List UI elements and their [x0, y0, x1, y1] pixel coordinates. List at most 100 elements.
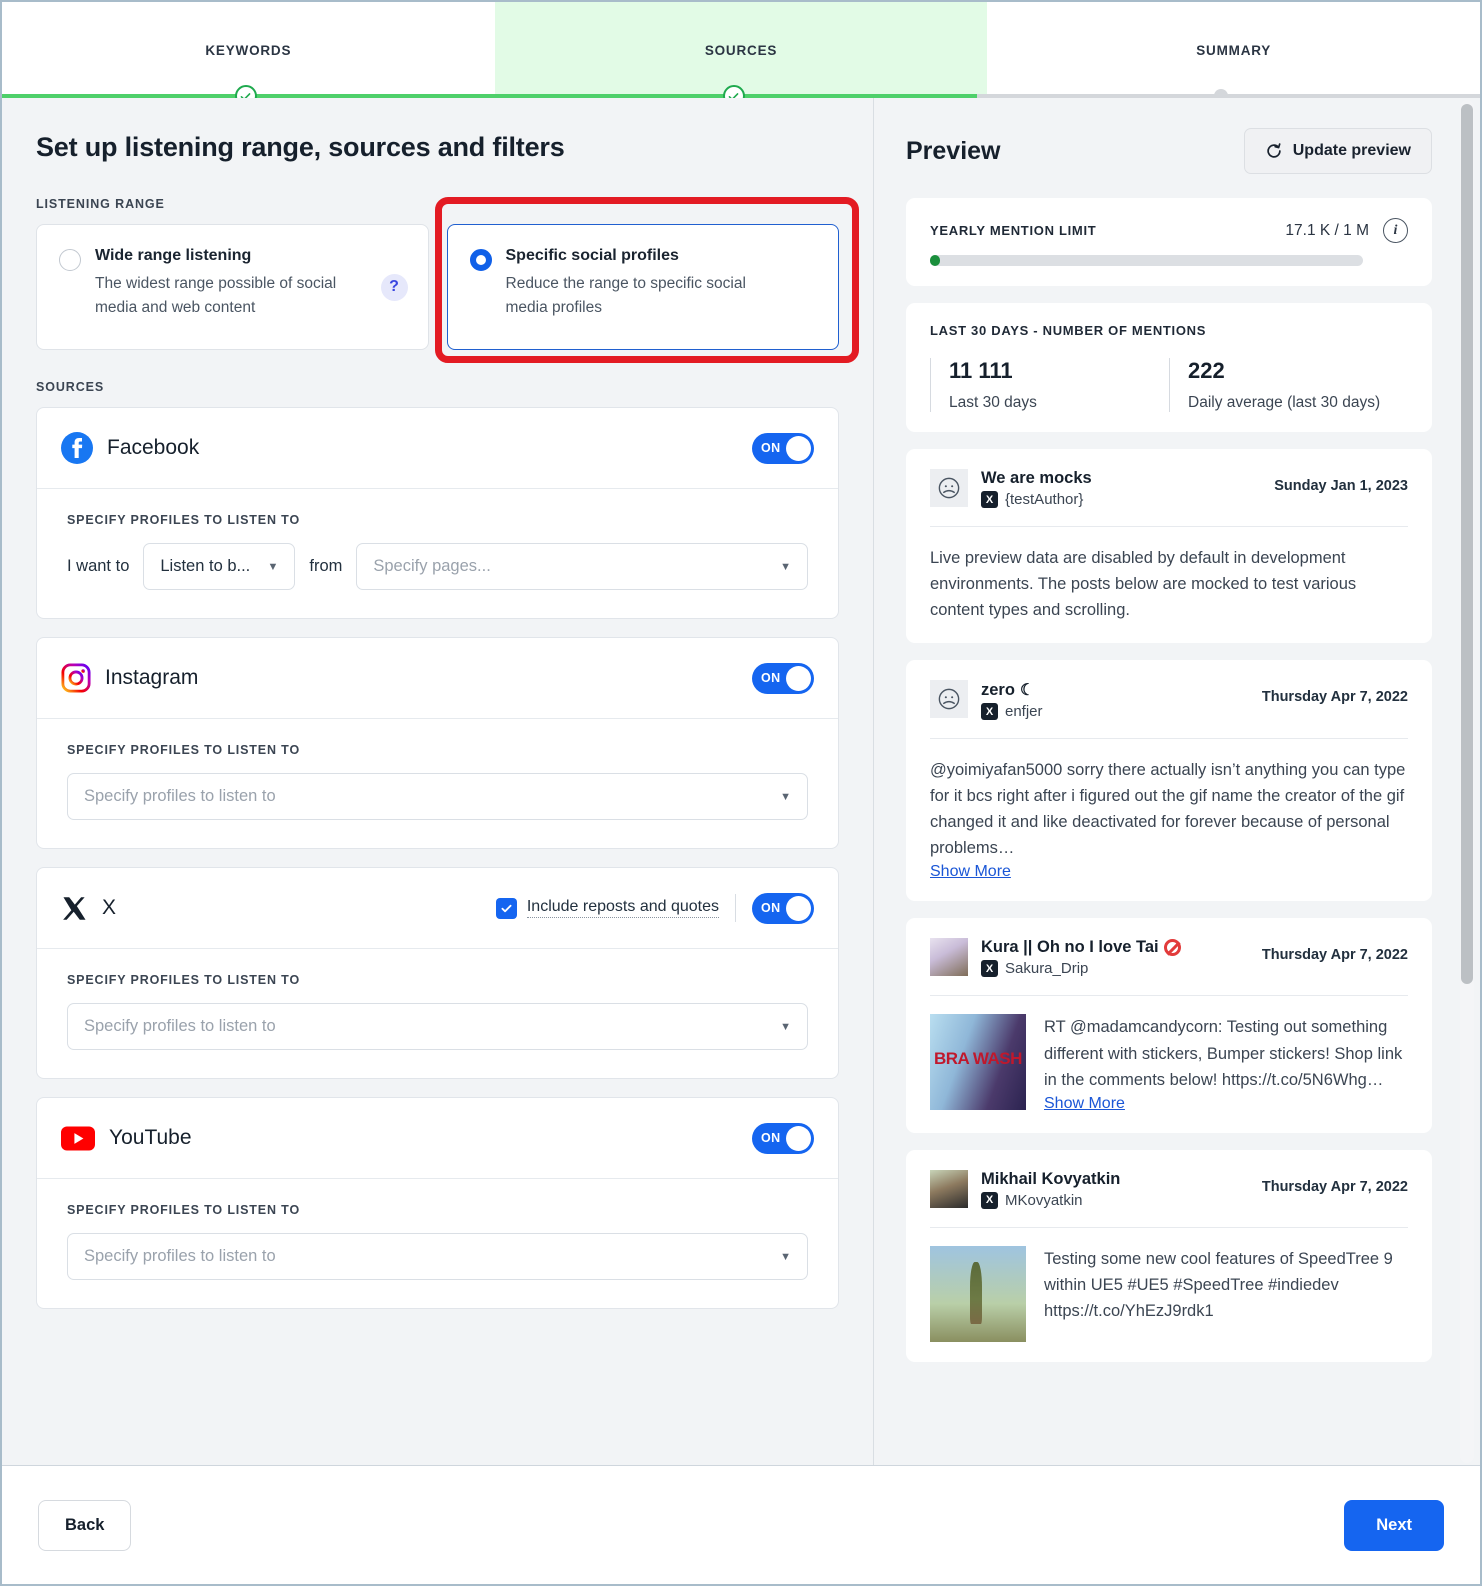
checkbox-include-reposts[interactable]: Include reposts and quotes	[496, 898, 719, 919]
mentions-stats-row: 11 111 Last 30 days 222 Daily average (l…	[930, 358, 1408, 412]
post-identity: Kura || Oh no I love Tai X Sakura_Drip	[981, 938, 1249, 977]
youtube-icon	[61, 1126, 95, 1151]
mentions-stats-card: LAST 30 DAYS - NUMBER OF MENTIONS 11 111…	[906, 303, 1432, 432]
wizard-step-header: KEYWORDS SOURCES SUMMARY	[2, 2, 1480, 98]
post-date: Thursday Apr 7, 2022	[1262, 680, 1408, 705]
chevron-down-icon: ▼	[780, 791, 791, 803]
toggle-x-knob	[786, 896, 811, 921]
facebook-pages-placeholder: Specify pages...	[373, 557, 490, 576]
post-media-thumbnail[interactable]: BRA WASH	[930, 1014, 1026, 1110]
toggle-x[interactable]: ON	[752, 893, 814, 924]
x-network-icon: X	[981, 491, 998, 508]
stat-daily-average-value: 222	[1188, 358, 1408, 384]
source-header-x: X Include reposts and quotes	[37, 868, 838, 948]
post-identity: zero ☾ X enfjer	[981, 680, 1249, 720]
listening-range-section-label: LISTENING RANGE	[36, 197, 839, 211]
range-option-wide-title: Wide range listening	[95, 247, 367, 265]
youtube-profiles-select[interactable]: Specify profiles to listen to ▼	[67, 1233, 808, 1280]
toggle-instagram[interactable]: ON	[752, 663, 814, 694]
update-preview-button[interactable]: Update preview	[1244, 128, 1432, 174]
show-more-link[interactable]: Show More	[930, 863, 1011, 881]
post-text-block: RT @madamcandycorn: Testing out somethin…	[1044, 1014, 1408, 1112]
source-body-youtube: SPECIFY PROFILES TO LISTEN TO Specify pr…	[37, 1178, 838, 1308]
facebook-mode-value: Listen to b...	[160, 557, 250, 576]
preview-post: Mikhail Kovyatkin X MKovyatkin Thursday …	[906, 1150, 1432, 1362]
wizard-step-summary[interactable]: SUMMARY	[987, 2, 1480, 98]
range-option-wide[interactable]: Wide range listening The widest range po…	[36, 224, 429, 350]
toggle-instagram-label: ON	[761, 671, 781, 685]
toggle-youtube[interactable]: ON	[752, 1123, 814, 1154]
source-body-facebook: SPECIFY PROFILES TO LISTEN TO I want to …	[37, 488, 838, 618]
source-header-youtube: YouTube ON	[37, 1098, 838, 1178]
x-network-icon: X	[981, 703, 998, 720]
youtube-profiles-placeholder: Specify profiles to listen to	[84, 1247, 276, 1266]
stat-last-30-days: 11 111 Last 30 days	[930, 358, 1169, 412]
toggle-youtube-knob	[786, 1126, 811, 1151]
preview-scrollbar-thumb[interactable]	[1461, 104, 1473, 984]
facebook-pages-select[interactable]: Specify pages... ▼	[356, 543, 808, 590]
wizard-step-sources[interactable]: SOURCES	[495, 2, 988, 98]
post-text: RT @madamcandycorn: Testing out somethin…	[1044, 1014, 1408, 1092]
mention-limit-header: YEARLY MENTION LIMIT 17.1 K / 1 M i	[930, 218, 1408, 243]
radio-wide-range[interactable]	[59, 249, 81, 271]
stat-last-30-days-value: 11 111	[949, 358, 1169, 384]
radio-specific-profiles[interactable]	[470, 249, 492, 271]
post-media-thumbnail[interactable]	[930, 1246, 1026, 1342]
post-handle-text: {testAuthor}	[1005, 491, 1083, 508]
help-icon[interactable]: ?	[381, 274, 408, 301]
range-option-specific[interactable]: Specific social profiles Reduce the rang…	[447, 224, 840, 350]
stat-daily-average-caption: Daily average (last 30 days)	[1188, 394, 1408, 412]
post-handle: X enfjer	[981, 703, 1249, 720]
wizard-step-keywords[interactable]: KEYWORDS	[2, 2, 495, 98]
facebook-icon	[61, 432, 93, 464]
range-option-wide-description: The widest range possible of social medi…	[95, 272, 365, 320]
preview-scrollbar-track[interactable]	[1460, 100, 1474, 1463]
post-content: Testing some new cool features of SpeedT…	[930, 1246, 1408, 1342]
x-profiles-select[interactable]: Specify profiles to listen to ▼	[67, 1003, 808, 1050]
x-icon	[61, 895, 88, 922]
check-icon	[500, 902, 513, 915]
facebook-mode-select[interactable]: Listen to b... ▼	[143, 543, 295, 590]
next-button[interactable]: Next	[1344, 1500, 1444, 1551]
preview-scroll-area[interactable]: YEARLY MENTION LIMIT 17.1 K / 1 M i LAST…	[906, 198, 1432, 1465]
post-text: @yoimiyafan5000 sorry there actually isn…	[930, 757, 1408, 861]
chevron-down-icon: ▼	[780, 561, 791, 573]
back-button[interactable]: Back	[38, 1500, 131, 1551]
post-text-block: Testing some new cool features of SpeedT…	[1044, 1246, 1408, 1324]
wizard-step-keywords-label: KEYWORDS	[205, 43, 291, 58]
post-handle: X Sakura_Drip	[981, 960, 1249, 977]
post-date: Thursday Apr 7, 2022	[1262, 938, 1408, 963]
x-network-icon: X	[981, 960, 998, 977]
post-date: Sunday Jan 1, 2023	[1274, 469, 1408, 494]
instagram-profiles-select[interactable]: Specify profiles to listen to ▼	[67, 773, 808, 820]
range-option-wide-texts: Wide range listening The widest range po…	[95, 247, 367, 320]
preview-pane: Preview Update preview YEARLY MENTION LI…	[874, 98, 1480, 1465]
post-header: Kura || Oh no I love Tai X Sakura_Drip T…	[930, 938, 1408, 996]
avatar	[930, 469, 968, 507]
toggle-facebook[interactable]: ON	[752, 433, 814, 464]
source-name-facebook: Facebook	[107, 436, 199, 460]
range-option-specific-description: Reduce the range to specific social medi…	[506, 272, 776, 320]
post-handle-text: Sakura_Drip	[1005, 960, 1088, 977]
post-handle-text: MKovyatkin	[1005, 1192, 1083, 1209]
range-option-specific-title: Specific social profiles	[506, 247, 819, 265]
field-label-youtube: SPECIFY PROFILES TO LISTEN TO	[67, 1203, 808, 1217]
placeholder-avatar-icon	[935, 685, 963, 713]
stat-daily-average: 222 Daily average (last 30 days)	[1169, 358, 1408, 412]
post-identity: We are mocks X {testAuthor}	[981, 469, 1261, 508]
wizard-step-summary-label: SUMMARY	[1196, 43, 1271, 58]
page-title: Set up listening range, sources and filt…	[36, 98, 839, 163]
post-header: Mikhail Kovyatkin X MKovyatkin Thursday …	[930, 1170, 1408, 1228]
wizard-step-sources-label: SOURCES	[705, 43, 777, 58]
info-icon[interactable]: i	[1383, 218, 1408, 243]
show-more-link[interactable]: Show More	[1044, 1095, 1125, 1113]
post-text: Testing some new cool features of SpeedT…	[1044, 1246, 1408, 1324]
post-author-name: Mikhail Kovyatkin	[981, 1170, 1120, 1189]
post-author: We are mocks	[981, 469, 1261, 488]
post-header: We are mocks X {testAuthor} Sunday Jan 1…	[930, 469, 1408, 527]
facebook-prefix-text: I want to	[67, 557, 129, 576]
checkbox-icon	[496, 898, 517, 919]
preview-post: We are mocks X {testAuthor} Sunday Jan 1…	[906, 449, 1432, 643]
x-network-icon: X	[981, 1192, 998, 1209]
mention-limit-progress-fill	[930, 255, 940, 266]
